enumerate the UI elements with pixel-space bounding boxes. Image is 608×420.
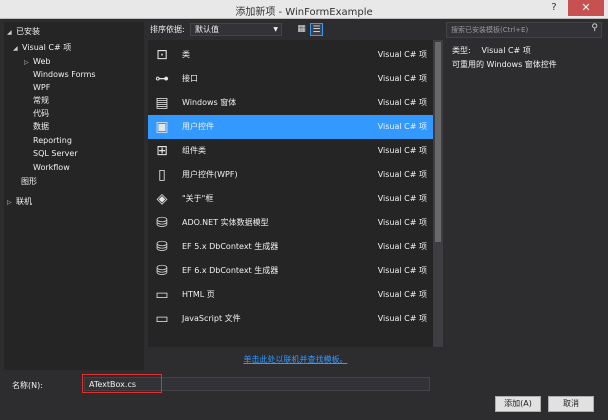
tree-item-reporting[interactable]: Reporting <box>33 135 72 147</box>
tree-item-installed[interactable]: ◢ 已安装 <box>7 26 40 38</box>
tree-item-code[interactable]: 代码 <box>33 108 49 120</box>
collapsed-triangle-icon: ▷ <box>7 199 12 206</box>
template-row[interactable]: ◈ "关于"框 Visual C# 项 <box>148 187 433 211</box>
tree-item-data[interactable]: 数据 <box>33 121 49 133</box>
tree-item-visual-csharp[interactable]: ◢ Visual C# 项 <box>13 42 71 54</box>
tree-item-graphics[interactable]: 图形 <box>21 176 37 188</box>
name-field <box>84 377 430 391</box>
about-box-icon: ◈ <box>156 191 168 207</box>
help-button[interactable]: ? <box>542 2 566 16</box>
cancel-button[interactable]: 取消 <box>548 396 594 412</box>
tree-item-web[interactable]: ▷ Web <box>24 56 50 68</box>
title-bar: 添加新项 - WinFormExample ? ✕ <box>0 0 608 19</box>
template-row[interactable]: ⛁ ADO.NET 实体数据模型 Visual C# 项 <box>148 211 433 235</box>
search-box: ⚲ <box>446 22 602 38</box>
scrollbar-thumb[interactable] <box>435 42 441 242</box>
entity-model-icon: ⛁ <box>156 215 168 231</box>
grid-view-icon[interactable]: ▦ <box>295 23 308 36</box>
template-row[interactable]: ⊡ 类 Visual C# 项 <box>148 43 433 67</box>
search-icon[interactable]: ⚲ <box>591 23 598 33</box>
sort-value: 默认值 <box>195 25 219 34</box>
list-toolbar: 排序依据: 默认值 ▼ ▦ ☰ <box>148 22 433 38</box>
window-title: 添加新项 - WinFormExample <box>235 7 373 18</box>
tree-item-windows-forms[interactable]: Windows Forms <box>33 69 96 81</box>
template-row[interactable]: ▯ 用户控件(WPF) Visual C# 项 <box>148 163 433 187</box>
close-button[interactable]: ✕ <box>568 0 604 16</box>
tree-item-sql-server[interactable]: SQL Server <box>33 148 78 160</box>
description-panel: 类型: Visual C# 项 可重用的 Windows 窗体控件 <box>452 44 602 72</box>
expanded-triangle-icon: ◢ <box>7 29 12 36</box>
interface-icon: ⊶ <box>155 71 169 87</box>
online-templates-link[interactable]: 单击此处以联机并查找模板。 <box>148 354 443 365</box>
tree-item-workflow[interactable]: Workflow <box>33 162 70 174</box>
template-row[interactable]: ▭ JavaScript 文件 Visual C# 项 <box>148 307 433 331</box>
windows-form-icon: ▤ <box>155 95 169 111</box>
ef5-generator-icon: ⛁ <box>156 239 168 255</box>
add-button[interactable]: 添加(A) <box>495 396 541 412</box>
html-page-icon: ▭ <box>155 287 169 303</box>
user-control-icon: ▣ <box>155 119 169 135</box>
component-class-icon: ⊞ <box>156 143 168 159</box>
template-row[interactable]: ▭ HTML 页 Visual C# 项 <box>148 283 433 307</box>
template-row[interactable]: ⛁ EF 6.x DbContext 生成器 Visual C# 项 <box>148 259 433 283</box>
template-row[interactable]: ⛁ EF 5.x DbContext 生成器 Visual C# 项 <box>148 235 433 259</box>
wpf-user-control-icon: ▯ <box>158 167 166 183</box>
template-list: ⊡ 类 Visual C# 项 ⊶ 接口 Visual C# 项 ▤ Windo… <box>148 40 433 347</box>
chevron-down-icon: ▼ <box>273 26 278 33</box>
template-row-selected[interactable]: ▣ 用户控件 Visual C# 项 <box>148 115 433 139</box>
sort-dropdown[interactable]: 默认值 ▼ <box>190 23 282 36</box>
tree-item-wpf[interactable]: WPF <box>33 82 50 94</box>
javascript-file-icon: ▭ <box>155 311 169 327</box>
class-icon: ⊡ <box>156 47 168 63</box>
template-row[interactable]: ⊞ 组件类 Visual C# 项 <box>148 139 433 163</box>
tree-item-general[interactable]: 常规 <box>33 95 49 107</box>
expanded-triangle-icon: ◢ <box>13 45 18 52</box>
search-input[interactable] <box>449 24 581 36</box>
tree-item-online[interactable]: ▷ 联机 <box>7 196 32 208</box>
template-row[interactable]: ⊶ 接口 Visual C# 项 <box>148 67 433 91</box>
ef6-generator-icon: ⛁ <box>156 263 168 279</box>
sort-label: 排序依据: <box>150 25 185 34</box>
collapsed-triangle-icon: ▷ <box>24 59 29 66</box>
template-row[interactable]: ▤ Windows 窗体 Visual C# 项 <box>148 91 433 115</box>
description-type: 类型: Visual C# 项 <box>452 46 531 55</box>
name-input[interactable] <box>89 378 419 390</box>
description-text: 可重用的 Windows 窗体控件 <box>452 60 557 69</box>
name-label: 名称(N): <box>12 381 43 390</box>
list-scrollbar[interactable] <box>433 40 443 347</box>
category-tree: ◢ 已安装 ◢ Visual C# 项 ▷ Web Windows Forms WPF… <box>4 22 144 370</box>
list-view-icon[interactable]: ☰ <box>310 23 323 36</box>
